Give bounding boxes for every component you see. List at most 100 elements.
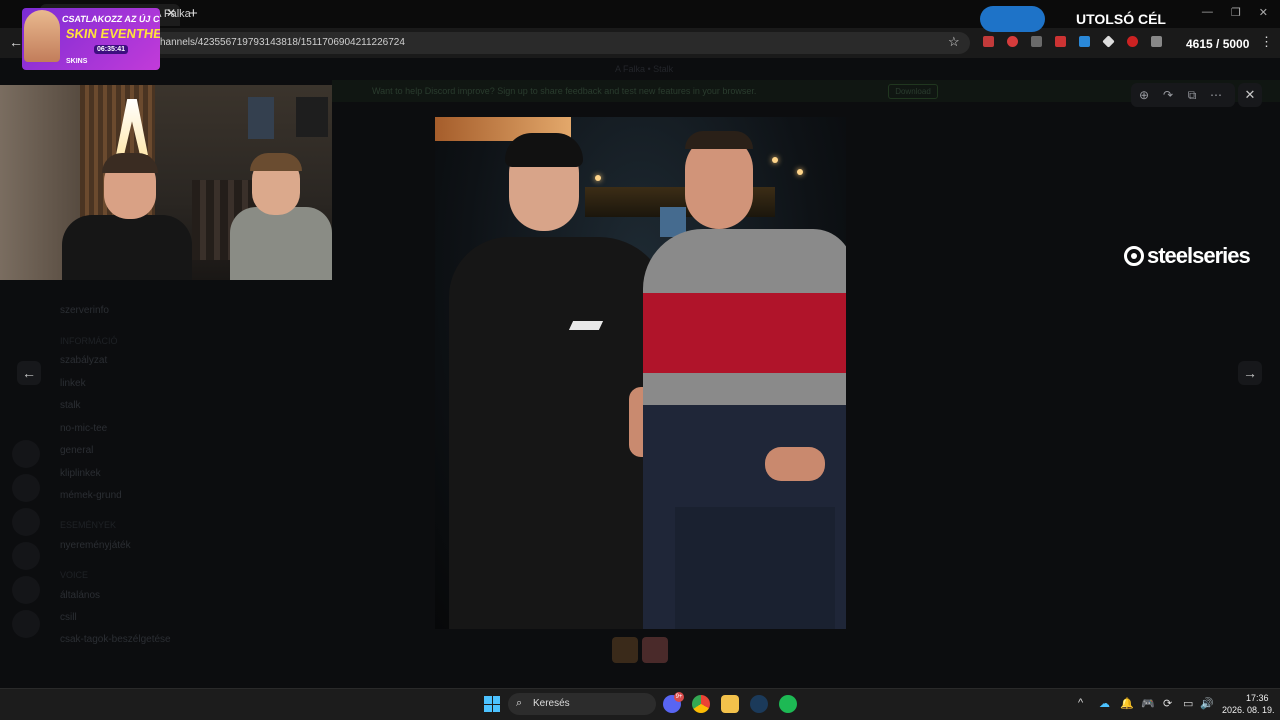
server-icon[interactable] bbox=[12, 542, 40, 570]
open-external-icon[interactable]: ⧉ bbox=[1184, 88, 1200, 103]
channel-item[interactable]: nyereményjáték bbox=[60, 540, 131, 551]
channel-category[interactable]: VOICE bbox=[60, 570, 88, 580]
maximize-icon[interactable]: ❐ bbox=[1231, 6, 1241, 19]
tray-display-icon[interactable]: ▭ bbox=[1183, 697, 1193, 710]
person-right-hair bbox=[685, 131, 753, 149]
image-thumbnail[interactable] bbox=[612, 637, 638, 663]
zoom-in-icon[interactable]: ⊕ bbox=[1136, 88, 1152, 102]
steelseries-text: steelseries bbox=[1147, 243, 1251, 268]
taskbar-search[interactable] bbox=[508, 693, 656, 715]
streamer-body bbox=[62, 215, 192, 280]
url-text[interactable]: hannels/423556719793143818/1511706904211… bbox=[160, 37, 405, 48]
guest-hair bbox=[250, 153, 302, 171]
channel-item[interactable]: szabályzat bbox=[60, 355, 107, 366]
channel-item[interactable]: linkek bbox=[60, 378, 86, 389]
person-right-hand bbox=[765, 447, 825, 481]
bookmark-star-icon[interactable]: ☆ bbox=[948, 34, 960, 50]
channel-title: A Falka • Stalk bbox=[615, 64, 674, 74]
channel-item[interactable]: kliplinkek bbox=[60, 468, 101, 479]
viewer-close-button[interactable]: ✕ bbox=[1238, 83, 1262, 107]
promo-banner: CSATLAKOZZ AZ ÚJ CS2 SKIN EVENTHEZ! 06:3… bbox=[22, 8, 160, 70]
extension-icon[interactable] bbox=[1079, 36, 1090, 47]
photo-light bbox=[595, 175, 601, 181]
feedback-banner-text: Want to help Discord improve? Sign up to… bbox=[372, 86, 757, 96]
extensions-puzzle-icon[interactable] bbox=[1151, 36, 1162, 47]
channel-category[interactable]: INFORMÁCIÓ bbox=[60, 336, 118, 346]
extension-icon[interactable] bbox=[1031, 36, 1042, 47]
clock-time[interactable]: 17:36 bbox=[1246, 693, 1269, 703]
back-arrow-icon[interactable]: ← bbox=[9, 34, 23, 50]
spotify-app-icon[interactable] bbox=[779, 695, 797, 713]
server-icon[interactable] bbox=[12, 508, 40, 536]
channel-item[interactable]: no-mic-tee bbox=[60, 423, 107, 434]
minimize-icon[interactable]: — bbox=[1202, 6, 1213, 19]
goal-count: 4615 / 5000 bbox=[1186, 37, 1250, 51]
extension-icon[interactable] bbox=[983, 36, 994, 47]
photo-light bbox=[772, 157, 778, 163]
more-icon[interactable]: ⋯ bbox=[1208, 88, 1224, 102]
steelseries-icon bbox=[1124, 246, 1144, 266]
promo-brand: SKINS bbox=[66, 58, 88, 65]
tray-sync-icon[interactable]: ⟳ bbox=[1163, 697, 1172, 710]
thumbnail-strip bbox=[612, 637, 668, 663]
record-icon[interactable] bbox=[1127, 36, 1138, 47]
search-icon: ⌕ bbox=[516, 697, 523, 709]
tray-overflow-icon[interactable]: ^ bbox=[1078, 697, 1083, 709]
new-tab-button[interactable]: + bbox=[189, 5, 198, 22]
promo-timer: 06:35:41 bbox=[94, 45, 129, 54]
tray-game-icon[interactable]: 🎮 bbox=[1141, 697, 1155, 710]
windows-logo-icon bbox=[484, 696, 492, 704]
channel-item[interactable]: általános bbox=[60, 590, 100, 601]
channel-item[interactable]: csill bbox=[60, 612, 77, 623]
clock-date[interactable]: 2026. 08. 19. bbox=[1222, 705, 1275, 715]
channel-item[interactable]: stalk bbox=[60, 400, 81, 411]
channel-item[interactable]: csak-tagok-beszélgetése bbox=[60, 634, 171, 645]
viewer-photo[interactable] bbox=[435, 117, 846, 629]
previous-image-button[interactable]: ← bbox=[17, 361, 41, 385]
promo-line2: SKIN EVENTHEZ! bbox=[64, 26, 160, 41]
channel-item[interactable]: mémek-grund bbox=[60, 490, 122, 501]
discord-notification-badge: 9+ bbox=[674, 692, 684, 702]
close-tab-icon[interactable]: ✕ bbox=[166, 6, 176, 20]
channel-item[interactable]: szerverinfo bbox=[60, 305, 109, 316]
taskbar-search-placeholder[interactable]: Keresés bbox=[533, 698, 570, 709]
server-icon[interactable] bbox=[12, 610, 40, 638]
close-window-icon[interactable]: ✕ bbox=[1259, 6, 1268, 19]
steelseries-logo: steelseries bbox=[1124, 243, 1251, 269]
server-icon[interactable] bbox=[12, 474, 40, 502]
tray-cloud-icon[interactable]: ☁ bbox=[1099, 697, 1110, 710]
channel-sidebar: szerverinfo INFORMÁCIÓ szabályzat linkek sta… bbox=[0, 280, 300, 680]
guest-body bbox=[230, 207, 332, 280]
promo-face-image bbox=[24, 10, 60, 62]
adblock-icon[interactable] bbox=[1055, 36, 1066, 47]
webcam-feed bbox=[0, 85, 332, 280]
person-left-hair bbox=[505, 133, 583, 167]
promo-line1: CSATLAKOZZ AZ ÚJ CS2 bbox=[61, 14, 160, 24]
person-right-jeans bbox=[675, 507, 835, 629]
rotate-icon[interactable]: ↷ bbox=[1160, 88, 1176, 102]
server-icon[interactable] bbox=[12, 576, 40, 604]
goal-progress-pill bbox=[980, 6, 1045, 32]
windows-logo-icon bbox=[484, 704, 492, 712]
server-icon[interactable] bbox=[12, 440, 40, 468]
file-explorer-icon[interactable] bbox=[721, 695, 739, 713]
streamer-hair bbox=[102, 153, 158, 173]
f1-logo bbox=[568, 321, 604, 330]
webcam-poster bbox=[248, 97, 274, 139]
steam-app-icon[interactable] bbox=[750, 695, 768, 713]
start-button[interactable] bbox=[484, 696, 500, 712]
extension-icon[interactable] bbox=[1007, 36, 1018, 47]
browser-menu-icon[interactable]: ⋮ bbox=[1260, 34, 1273, 50]
chrome-app-icon[interactable] bbox=[692, 695, 710, 713]
tray-notification-icon[interactable]: 🔔 bbox=[1120, 697, 1134, 710]
goal-label: UTOLSÓ CÉL bbox=[1076, 11, 1166, 27]
volume-icon[interactable]: 🔊 bbox=[1200, 697, 1214, 710]
next-image-button[interactable]: → bbox=[1238, 361, 1262, 385]
webcam-poster bbox=[296, 97, 328, 137]
screen: A Falka • Stalk Want to help Discord imp… bbox=[0, 0, 1280, 720]
channel-category[interactable]: ESEMÉNYEK bbox=[60, 520, 116, 530]
feedback-banner-button[interactable]: Download bbox=[888, 84, 938, 99]
image-thumbnail[interactable] bbox=[642, 637, 668, 663]
windows-logo-icon bbox=[492, 696, 500, 704]
channel-item[interactable]: general bbox=[60, 445, 93, 456]
